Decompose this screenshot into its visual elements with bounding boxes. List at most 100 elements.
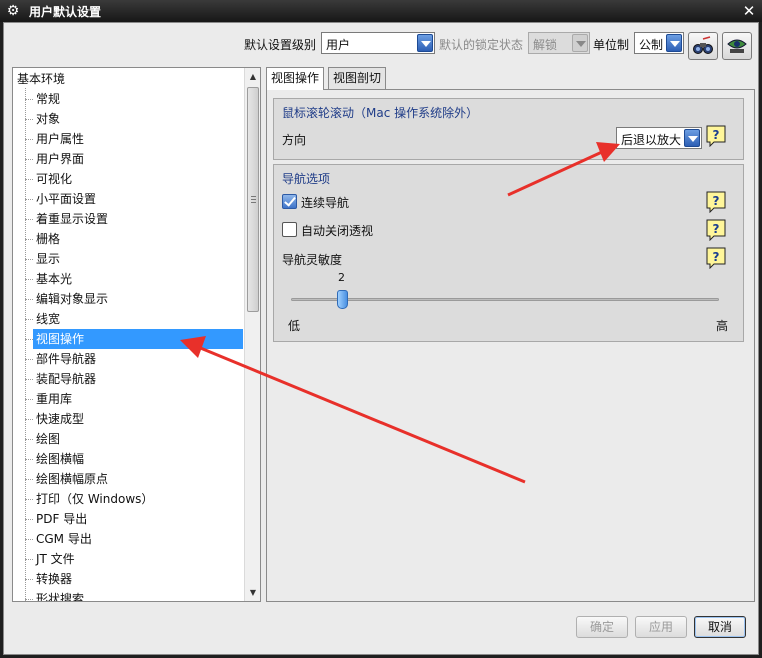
dialog-window: ⚙ 用户默认设置 ✕ 默认设置级别 用户 默认的锁定状态 解锁 单位制 公制 基…: [0, 0, 762, 658]
sensitivity-slider-track[interactable]: [291, 298, 719, 301]
tree-item[interactable]: 常规: [33, 89, 243, 109]
scroll-wheel-group: 鼠标滚轮滚动（Mac 操作系统除外） 方向 后退以放大 ?: [273, 98, 744, 160]
tree-item[interactable]: 显示: [33, 249, 243, 269]
tree-item[interactable]: JT 文件: [33, 549, 243, 569]
tree-item[interactable]: 栅格: [33, 229, 243, 249]
gear-icon: ⚙: [6, 3, 20, 19]
tree-connector: [25, 88, 26, 601]
tree-item[interactable]: 绘图横幅: [33, 449, 243, 469]
navigation-group-title: 导航选项: [282, 172, 331, 186]
auto-close-perspective-checkbox[interactable]: [282, 222, 297, 237]
unit-label: 单位制: [593, 38, 630, 52]
direction-select-value: 后退以放大: [621, 133, 682, 147]
tree-item[interactable]: PDF 导出: [33, 509, 243, 529]
tree-connector: [25, 459, 33, 460]
tree-item[interactable]: 线宽: [33, 309, 243, 329]
level-select[interactable]: 用户: [321, 32, 435, 54]
title-bar[interactable]: ⚙ 用户默认设置 ✕: [0, 0, 762, 22]
chevron-down-icon[interactable]: [417, 34, 433, 52]
dialog-body: 默认设置级别 用户 默认的锁定状态 解锁 单位制 公制 基本环境 常规 对象 用…: [3, 22, 759, 655]
sensitivity-value: 2: [338, 271, 345, 284]
tree-connector: [25, 259, 33, 260]
tree-item[interactable]: CGM 导出: [33, 529, 243, 549]
tree-connector: [25, 319, 33, 320]
tree-connector: [25, 199, 33, 200]
svg-text:?: ?: [713, 128, 720, 142]
tree-item[interactable]: 用户属性: [33, 129, 243, 149]
help-icon: ?: [706, 191, 726, 213]
lock-label: 默认的锁定状态: [439, 38, 524, 52]
svg-text:?: ?: [713, 194, 720, 208]
tree-scrollbar[interactable]: ▲ ▼: [244, 68, 260, 601]
tree-connector: [25, 599, 33, 600]
tree-connector: [25, 279, 33, 280]
tree-connector: [25, 159, 33, 160]
tree-item[interactable]: 视图操作: [33, 329, 243, 349]
level-label: 默认设置级别: [244, 38, 317, 52]
ok-button[interactable]: 确定: [576, 616, 628, 638]
sensitivity-help-button[interactable]: ?: [706, 247, 726, 269]
tree-connector: [25, 439, 33, 440]
tab-view-section[interactable]: 视图剖切: [328, 67, 387, 89]
tab-panel: 鼠标滚轮滚动（Mac 操作系统除外） 方向 后退以放大 ? 导航选项 连续导航: [266, 89, 755, 602]
category-tree[interactable]: 基本环境 常规 对象 用户属性 用户界面 可视化 小平面设置 着重显示设置 栅格 显示 基本光 编辑…: [12, 67, 261, 602]
tree-item[interactable]: 绘图横幅原点: [33, 469, 243, 489]
cancel-button[interactable]: 取消: [694, 616, 746, 638]
close-icon: ✕: [742, 2, 756, 20]
chevron-down-icon[interactable]: [666, 34, 682, 52]
grip-icon: [251, 196, 256, 203]
manage-button[interactable]: [722, 32, 752, 60]
unit-select[interactable]: 公制: [634, 32, 684, 54]
tree-connector: [25, 359, 33, 360]
tree-item[interactable]: 着重显示设置: [33, 209, 243, 229]
scroll-up-icon[interactable]: ▲: [245, 68, 260, 85]
tree-connector: [25, 239, 33, 240]
tree-item[interactable]: 用户界面: [33, 149, 243, 169]
tree-item[interactable]: 打印（仅 Windows）: [33, 489, 243, 509]
tree-connector: [25, 479, 33, 480]
tree-item[interactable]: 小平面设置: [33, 189, 243, 209]
lock-select: 解锁: [528, 32, 590, 54]
close-button[interactable]: ✕: [740, 2, 758, 20]
tree-item[interactable]: 部件导航器: [33, 349, 243, 369]
direction-select[interactable]: 后退以放大: [616, 127, 702, 149]
help-icon: ?: [706, 125, 726, 147]
continuous-nav-checkbox[interactable]: [282, 194, 297, 209]
apply-button[interactable]: 应用: [635, 616, 687, 638]
find-button[interactable]: [688, 32, 718, 60]
binoculars-icon: [693, 36, 713, 54]
tree-connector: [25, 219, 33, 220]
scroll-thumb[interactable]: [247, 87, 259, 312]
sensitivity-low-label: 低: [288, 319, 301, 333]
tree-item[interactable]: 编辑对象显示: [33, 289, 243, 309]
svg-text:?: ?: [713, 250, 720, 264]
tree-item[interactable]: 绘图: [33, 429, 243, 449]
navigation-group: 导航选项 连续导航 ? 自动关闭透视 ? 导航灵敏度 ? 2 低 高: [273, 164, 744, 342]
scroll-down-icon[interactable]: ▼: [245, 584, 260, 601]
tree-connector: [25, 299, 33, 300]
tab-view-operation[interactable]: 视图操作: [266, 67, 325, 90]
tree-connector: [25, 579, 33, 580]
tree-item[interactable]: 装配导航器: [33, 369, 243, 389]
tree-item[interactable]: 快速成型: [33, 409, 243, 429]
tree-item[interactable]: 基本光: [33, 269, 243, 289]
continuous-nav-help-button[interactable]: ?: [706, 191, 726, 213]
tree-connector: [25, 379, 33, 380]
tree-connector: [25, 559, 33, 560]
tree-connector: [25, 119, 33, 120]
chevron-down-icon[interactable]: [684, 129, 700, 147]
auto-close-help-button[interactable]: ?: [706, 219, 726, 241]
sensitivity-slider-thumb[interactable]: [337, 290, 348, 309]
tree-item[interactable]: 对象: [33, 109, 243, 129]
tree-connector: [25, 339, 33, 340]
tree-connector: [25, 419, 33, 420]
direction-help-button[interactable]: ?: [706, 125, 726, 147]
tree-item[interactable]: 形状搜索: [33, 589, 243, 601]
tree-item[interactable]: 可视化: [33, 169, 243, 189]
tree-item[interactable]: 重用库: [33, 389, 243, 409]
auto-close-perspective-label: 自动关闭透视: [301, 224, 374, 238]
tree-item[interactable]: 转换器: [33, 569, 243, 589]
lock-select-value: 解锁: [533, 38, 558, 52]
tree-root[interactable]: 基本环境: [17, 70, 65, 89]
scroll-wheel-group-title: 鼠标滚轮滚动（Mac 操作系统除外）: [282, 106, 479, 120]
